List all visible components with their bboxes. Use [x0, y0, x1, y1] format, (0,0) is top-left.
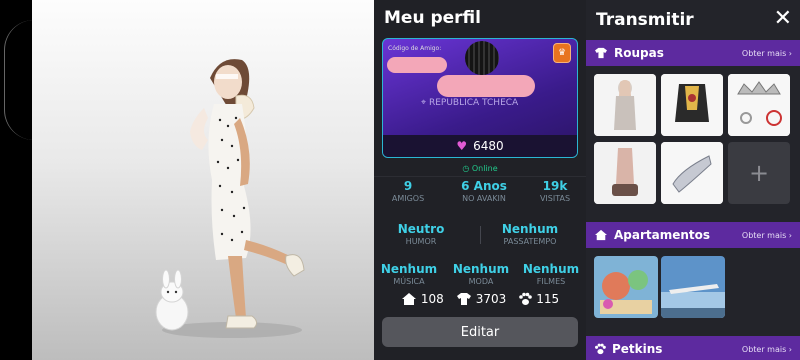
- clothes-item-1[interactable]: [594, 74, 656, 136]
- redacted-name: [387, 57, 447, 73]
- friend-card[interactable]: Código de Amigo: ♛ ⌖ REPUBLICA TCHECA ♥ …: [382, 38, 578, 158]
- section-apartments-label: Apartamentos: [614, 228, 711, 242]
- stat-value: Nenhum: [522, 262, 580, 276]
- section-clothes[interactable]: Roupas Obter mais ›: [586, 40, 800, 66]
- stat-value: 6 Anos: [461, 179, 507, 193]
- online-status: ◷ Online: [374, 164, 586, 173]
- section-pets[interactable]: Petkins Obter mais ›: [586, 336, 800, 360]
- avatar-viewport[interactable]: [32, 0, 374, 360]
- section-clothes-label: Roupas: [614, 46, 664, 60]
- avatar-figure: [155, 59, 305, 338]
- store-title: Transmitir: [596, 10, 694, 30]
- houses-count: 108: [401, 292, 444, 306]
- paw-icon: [519, 292, 533, 305]
- pets-count: 115: [518, 292, 559, 306]
- stat-label: PASSATEMPO: [503, 237, 557, 246]
- stat-music[interactable]: Nenhum MÚSICA: [378, 262, 440, 286]
- edit-button[interactable]: Editar: [382, 317, 578, 347]
- stat-label: FILMES: [536, 277, 566, 286]
- heart-icon: ♥: [456, 139, 468, 153]
- section-pets-label: Petkins: [612, 342, 663, 356]
- clothes-item-4[interactable]: [594, 142, 656, 204]
- apartments-more-link[interactable]: Obter mais ›: [742, 231, 792, 240]
- stat-value: Nenhum: [501, 222, 559, 236]
- stat-value: Neutro: [397, 222, 445, 236]
- stat-label: AMIGOS: [391, 194, 425, 203]
- store-panel: Transmitir ✕ Roupas Obter mais › + Apart…: [586, 0, 800, 360]
- profile-panel: Meu perfil Código de Amigo: ♛ ⌖ REPUBLIC…: [374, 0, 586, 360]
- hearts-count: 6480: [473, 139, 504, 153]
- pet-bunny: [155, 269, 189, 331]
- stat-label: MÚSICA: [393, 277, 425, 286]
- profile-avatar: [465, 41, 499, 75]
- stat-visits: 19k VISITAS: [530, 179, 580, 203]
- location-icon: ⌖: [421, 98, 427, 108]
- close-icon[interactable]: ✕: [774, 6, 792, 31]
- stat-fashion[interactable]: Nenhum MODA: [450, 262, 512, 286]
- app-screen: Meu perfil Código de Amigo: ♛ ⌖ REPUBLIC…: [0, 0, 800, 360]
- stat-value: Nenhum: [452, 262, 510, 276]
- online-text: Online: [471, 164, 498, 173]
- apartment-item-2[interactable]: [661, 256, 725, 318]
- pets-value: 115: [536, 292, 560, 306]
- profile-title: Meu perfil: [384, 8, 481, 28]
- clothes-more-link[interactable]: Obter mais ›: [742, 49, 792, 58]
- stat-friends[interactable]: 9 AMIGOS: [382, 179, 434, 203]
- paw-icon: [595, 343, 606, 355]
- clock-icon: ◷: [462, 164, 470, 173]
- stat-value: 19k: [542, 179, 568, 193]
- stat-value: 9: [403, 179, 413, 193]
- clothes-item-2[interactable]: [661, 74, 723, 136]
- houses-value: 108: [420, 292, 444, 306]
- level-badge-icon: ♛: [553, 43, 571, 63]
- section-apartments[interactable]: Apartamentos Obter mais ›: [586, 222, 800, 248]
- collection-counts: 108 3703 115: [374, 292, 586, 306]
- stat-years: 6 Anos NO AVAKIN: [446, 179, 522, 203]
- house-icon: [595, 229, 607, 241]
- clothes-item-5[interactable]: [661, 142, 723, 204]
- stat-value: Nenhum: [380, 262, 438, 276]
- stat-label: VISITAS: [539, 194, 571, 203]
- stat-separator: [480, 226, 481, 244]
- edge-arc: [4, 20, 34, 140]
- stat-label: MODA: [468, 277, 494, 286]
- divider: [374, 176, 586, 177]
- location: ⌖ REPUBLICA TCHECA: [421, 98, 518, 108]
- stat-mood[interactable]: Neutro HUMOR: [388, 222, 454, 246]
- clothes-item-3[interactable]: [728, 74, 790, 136]
- stat-label: NO AVAKIN: [462, 194, 506, 203]
- left-edge: [0, 0, 32, 360]
- apartment-item-1[interactable]: [594, 256, 658, 318]
- shirt-icon: [456, 293, 471, 305]
- stat-movies[interactable]: Nenhum FILMES: [520, 262, 582, 286]
- clothes-count: 3703: [456, 292, 507, 306]
- add-clothes-icon[interactable]: +: [728, 142, 790, 204]
- stat-hobby[interactable]: Nenhum PASSATEMPO: [484, 222, 576, 246]
- shirt-icon: [595, 47, 607, 59]
- location-text: REPUBLICA TCHECA: [428, 98, 519, 108]
- stat-label: HUMOR: [405, 237, 437, 246]
- clothes-value: 3703: [475, 292, 507, 306]
- hearts-row: ♥ 6480: [383, 135, 577, 157]
- redacted-code: [437, 75, 535, 97]
- pets-more-link[interactable]: Obter mais ›: [742, 345, 792, 354]
- friend-code-label: Código de Amigo:: [388, 45, 442, 52]
- house-icon: [401, 293, 416, 305]
